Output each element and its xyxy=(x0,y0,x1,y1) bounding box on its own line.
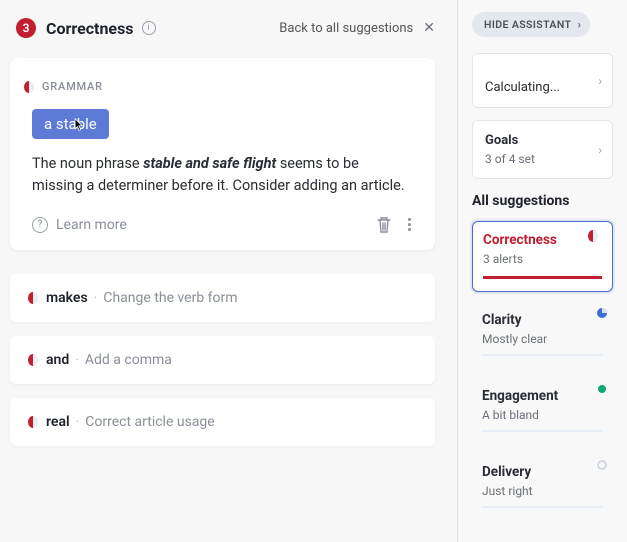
suggestion-hint: Correct article usage xyxy=(85,414,214,430)
category-bar xyxy=(482,430,603,432)
category-clarity[interactable]: Clarity Mostly clear xyxy=(472,302,613,368)
trash-icon[interactable] xyxy=(376,216,392,234)
goals-title: Goals xyxy=(485,133,518,148)
back-to-all-link[interactable]: Back to all suggestions ✕ xyxy=(279,20,435,36)
category-title: Delivery xyxy=(482,464,603,480)
category-sub: 3 alerts xyxy=(483,252,602,266)
category-delivery[interactable]: Delivery Just right xyxy=(472,454,613,520)
more-menu-icon[interactable] xyxy=(406,216,413,233)
suggestion-word: and xyxy=(46,352,69,368)
suggestion-description: The noun phrase stable and safe flight s… xyxy=(32,153,413,198)
delivery-icon xyxy=(597,460,607,470)
back-label: Back to all suggestions xyxy=(279,21,413,36)
score-status: Calculating... xyxy=(485,80,560,95)
score-card[interactable]: Calculating... › xyxy=(472,53,613,108)
page-title: Correctness xyxy=(46,19,134,38)
hide-assistant-button[interactable]: HIDE ASSISTANT ›› xyxy=(472,12,590,37)
chip-text: a stable xyxy=(44,115,97,133)
collapsed-suggestion[interactable]: and · Add a comma xyxy=(10,336,435,384)
main-panel: 3 Correctness i Back to all suggestions … xyxy=(0,0,457,542)
category-title: Engagement xyxy=(482,388,603,404)
all-suggestions-heading: All suggestions xyxy=(472,193,613,209)
alert-count-badge: 3 xyxy=(16,18,36,38)
suggestion-word: real xyxy=(46,414,70,430)
shield-icon xyxy=(588,230,598,242)
chevron-right-icon: › xyxy=(598,74,602,88)
suggestion-card: GRAMMAR a stable The noun phrase stable … xyxy=(10,58,435,250)
header: 3 Correctness i Back to all suggestions … xyxy=(10,18,435,38)
category-bar xyxy=(482,354,603,356)
engagement-icon xyxy=(597,384,607,394)
clarity-icon xyxy=(597,308,607,318)
info-icon[interactable]: i xyxy=(142,21,156,35)
category-engagement[interactable]: Engagement A bit bland xyxy=(472,378,613,444)
card-category-row: GRAMMAR xyxy=(24,80,413,93)
category-bar xyxy=(482,506,603,508)
suggestion-hint: Add a comma xyxy=(85,352,172,368)
category-sub: Just right xyxy=(482,484,603,498)
hide-assistant-label: HIDE ASSISTANT xyxy=(484,18,571,31)
shield-icon xyxy=(28,292,38,304)
apply-suggestion-chip[interactable]: a stable xyxy=(32,109,109,139)
category-bar xyxy=(483,276,602,279)
question-icon: ? xyxy=(32,217,48,233)
goals-sub: 3 of 4 set xyxy=(485,152,600,166)
chevron-right-icon: › xyxy=(598,143,602,157)
suggestion-hint: Change the verb form xyxy=(103,290,237,306)
assistant-sidebar: HIDE ASSISTANT ›› Calculating... › Goals… xyxy=(457,0,627,542)
category-title: Correctness xyxy=(483,232,602,248)
collapsed-suggestion[interactable]: makes · Change the verb form xyxy=(10,274,435,322)
category-correctness[interactable]: Correctness 3 alerts xyxy=(472,221,613,292)
card-footer: ? Learn more xyxy=(32,216,413,234)
category-sub: A bit bland xyxy=(482,408,603,422)
shield-icon xyxy=(28,354,38,366)
card-category-label: GRAMMAR xyxy=(42,80,103,93)
learn-more-link[interactable]: Learn more xyxy=(56,217,127,233)
goals-card[interactable]: Goals 3 of 4 set › xyxy=(472,120,613,179)
suggestion-word: makes xyxy=(46,290,88,306)
collapsed-suggestion[interactable]: real · Correct article usage xyxy=(10,398,435,446)
shield-icon xyxy=(24,81,34,93)
shield-icon xyxy=(28,416,38,428)
category-title: Clarity xyxy=(482,312,603,328)
chevron-right-icon: ›› xyxy=(577,18,578,31)
category-sub: Mostly clear xyxy=(482,332,603,346)
close-icon[interactable]: ✕ xyxy=(423,20,435,36)
